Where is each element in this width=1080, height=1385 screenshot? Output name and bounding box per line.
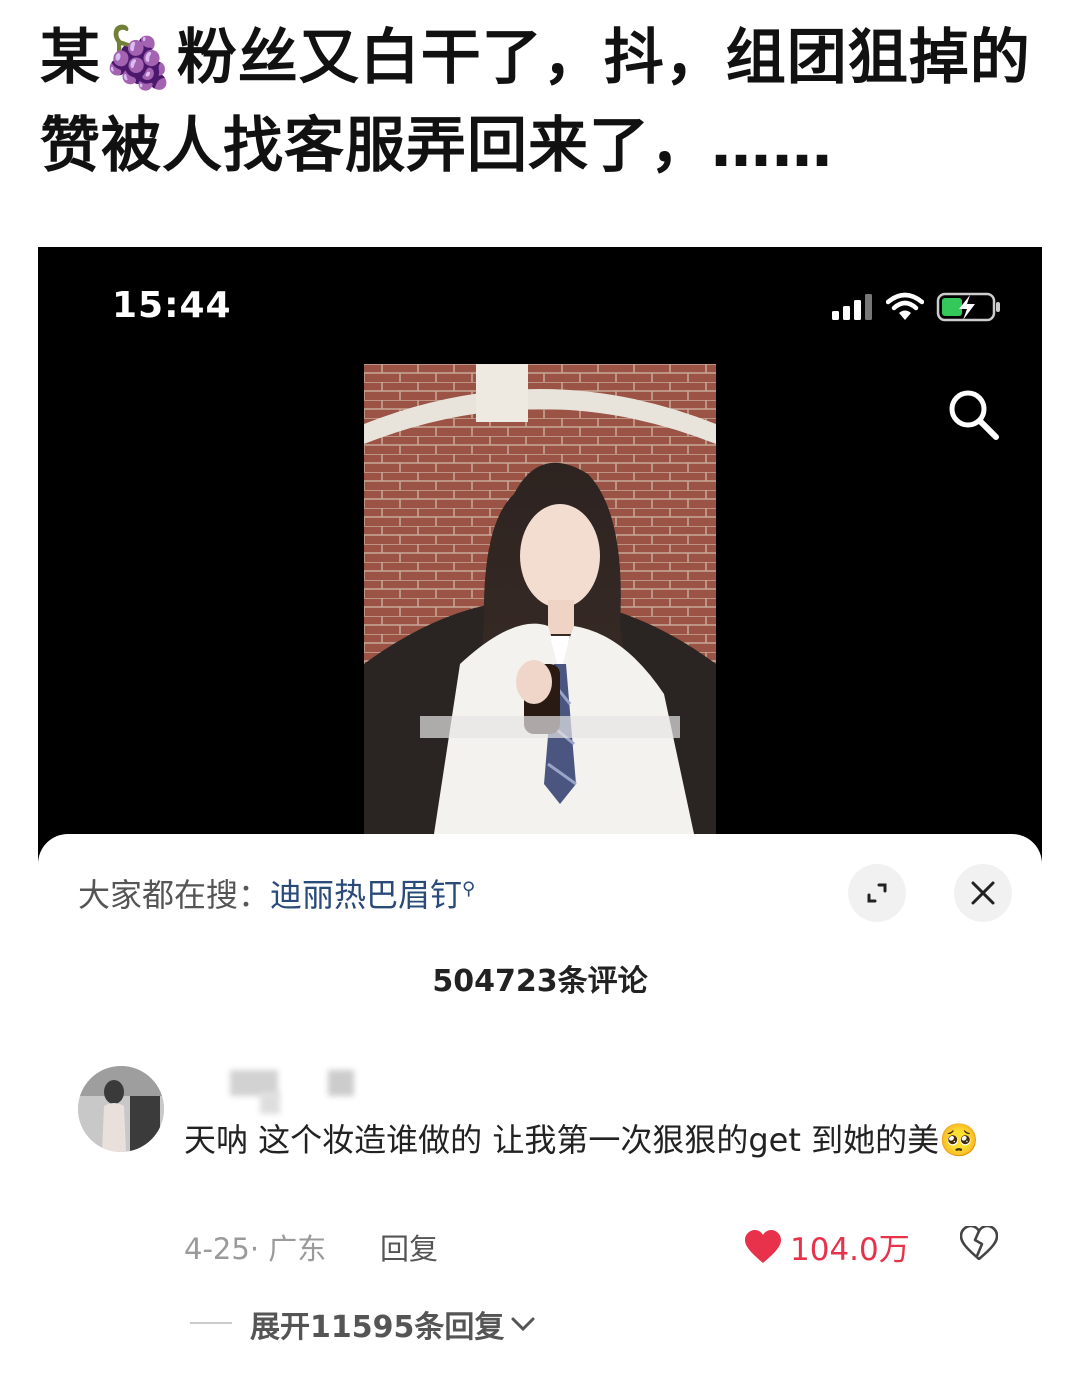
post-title-lead: 某: [40, 23, 101, 93]
broken-heart-icon: [959, 1224, 999, 1261]
video-thumbnail[interactable]: [364, 364, 716, 834]
expand-replies-label: 展开11595条回复: [250, 1310, 505, 1345]
heart-filled-icon: [745, 1229, 781, 1263]
expand-icon: [867, 883, 887, 903]
expand-divider: [190, 1322, 232, 1324]
avatar[interactable]: [78, 1066, 164, 1152]
avatar-image: [78, 1066, 164, 1152]
comment-date-location: 4-25· 广东: [184, 1232, 327, 1266]
grape-emoji-icon: 🍇: [101, 23, 177, 93]
expand-replies-button[interactable]: 展开11595条回复: [250, 1302, 536, 1346]
status-icons: [830, 291, 1002, 323]
video-frame-image: [364, 364, 716, 834]
status-time: 15:44: [112, 285, 232, 326]
like-button[interactable]: 104.0万: [744, 1224, 910, 1269]
reply-button[interactable]: 回复: [380, 1226, 438, 1268]
post-title-rest: 粉丝又白干了，抖，组团狙掉的赞被人找客服弄回来了，……: [40, 23, 1031, 181]
search-button[interactable]: [946, 387, 1002, 443]
hot-search-bar[interactable]: 大家都在搜：迪丽热巴眉钉⚲: [78, 870, 475, 916]
comment-text: 天呐 这个妆造谁做的 让我第一次狠狠的get 到她的美🥺: [184, 1121, 979, 1159]
like-count: 104.0万: [790, 1232, 910, 1268]
search-icon: [949, 390, 999, 440]
dislike-button[interactable]: [959, 1224, 999, 1264]
signal-icon: [832, 294, 872, 320]
comment-sheet: 大家都在搜：迪丽热巴眉钉⚲ 504723条评论 天呐 这个妆造谁做的 让我第一次…: [38, 834, 1042, 1385]
close-button[interactable]: [954, 864, 1012, 922]
phone-screenshot: 15:44 大家都在搜：迪丽热巴眉钉⚲ 504723条评论 天呐 这个妆造谁做的…: [38, 247, 1042, 1385]
post-title: 某🍇粉丝又白干了，抖，组团狙掉的赞被人找客服弄回来了，……: [40, 14, 1050, 190]
battery-charging-icon: [936, 292, 1000, 322]
username-redacted-part: [260, 1092, 280, 1114]
fullscreen-button[interactable]: [848, 864, 906, 922]
hot-search-label: 大家都在搜：: [78, 876, 271, 914]
close-icon: [971, 881, 995, 905]
hot-search-keyword[interactable]: 迪丽热巴眉钉: [270, 876, 462, 914]
username-badge-redacted: [328, 1070, 354, 1096]
comment-count: 504723条评论: [432, 964, 648, 999]
wifi-icon: [886, 292, 924, 320]
chevron-down-icon: [511, 1317, 535, 1332]
search-small-icon: ⚲: [462, 878, 476, 900]
